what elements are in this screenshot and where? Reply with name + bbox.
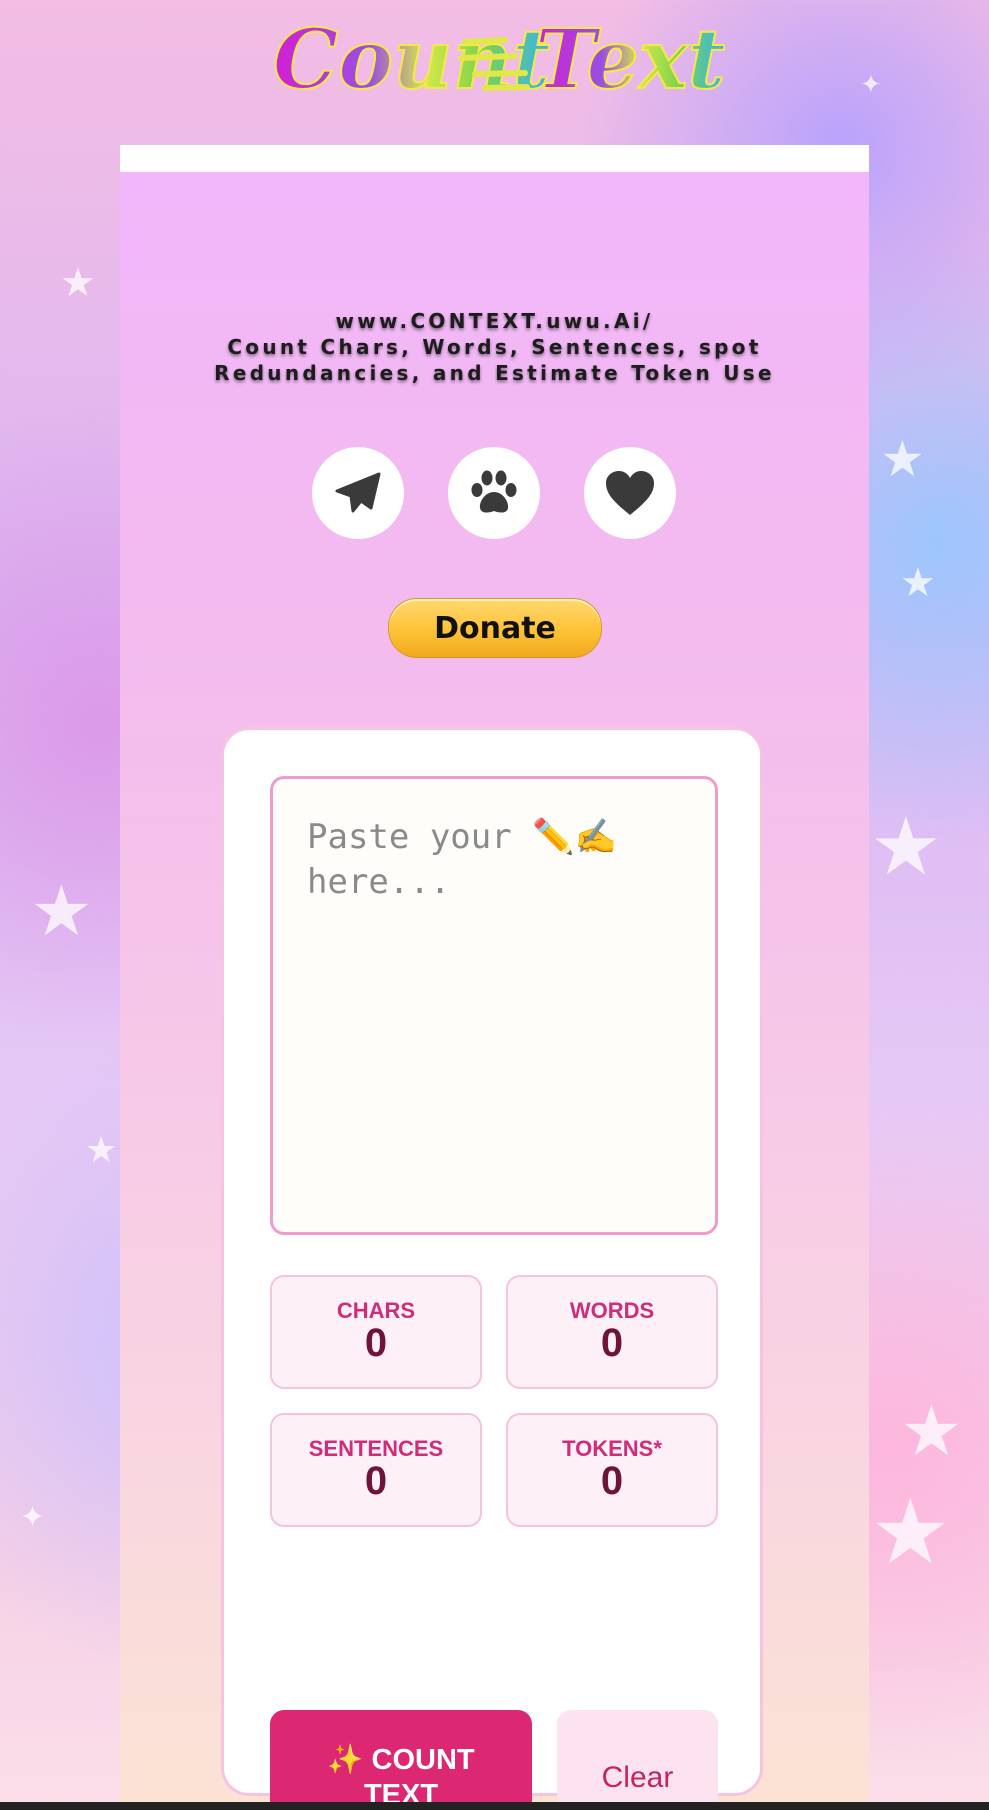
sparkle-decoration: ★ <box>870 800 942 893</box>
heart-button[interactable] <box>584 447 676 539</box>
logo-text-right: Text <box>535 12 725 108</box>
stat-chars: CHARS 0 <box>270 1275 482 1389</box>
stat-chars-label: CHARS <box>336 1298 416 1323</box>
stat-sentences-label: SENTENCES <box>308 1436 444 1461</box>
sparkle-decoration: ★ <box>900 1390 963 1472</box>
stat-tokens-value: 0 <box>600 1459 624 1503</box>
stat-chars-value: 0 <box>364 1321 388 1365</box>
donate-label: Donate <box>434 610 556 646</box>
clear-label: Clear <box>601 1760 674 1794</box>
main-column: www.CONTEXT.uwu.Ai/ Count Chars, Words, … <box>120 145 869 1810</box>
donate-button[interactable]: Donate <box>388 598 602 658</box>
count-text-button[interactable]: ✨ COUNT TEXT <box>270 1710 532 1810</box>
stat-tokens: TOKENS* 0 <box>506 1413 718 1527</box>
sparkle-decoration: ★ <box>60 260 96 306</box>
sparkle-decoration: ✦ <box>20 1500 46 1535</box>
counter-card: CHARS 0 WORDS 0 SENTENCES 0 TOKENS* 0 ✨ … <box>221 727 763 1810</box>
logo-text-left: Count <box>273 12 550 108</box>
tagline-url: www.CONTEXT.uwu.Ai/ <box>335 309 654 333</box>
paper-plane-icon <box>335 472 381 513</box>
system-bottom-bar <box>0 1802 989 1810</box>
stat-sentences: SENTENCES 0 <box>270 1413 482 1527</box>
stat-words-value: 0 <box>600 1321 624 1365</box>
social-links <box>120 447 869 539</box>
column-top-bar <box>120 145 869 172</box>
stat-words: WORDS 0 <box>506 1275 718 1389</box>
clear-button[interactable]: Clear <box>557 1710 718 1810</box>
paw-button[interactable] <box>448 447 540 539</box>
sparkle-decoration: ★ <box>870 1480 951 1585</box>
sparkle-decoration: ★ <box>85 1130 118 1171</box>
tagline-line-3: Redundancies, and Estimate Token Use <box>214 361 775 385</box>
stat-sentences-value: 0 <box>364 1459 388 1503</box>
tagline: www.CONTEXT.uwu.Ai/ Count Chars, Words, … <box>120 308 869 386</box>
telegram-button[interactable] <box>312 447 404 539</box>
count-text-label: ✨ COUNT TEXT <box>327 1743 475 1810</box>
sparkle-decoration: ★ <box>30 870 93 952</box>
heart-icon <box>606 471 654 515</box>
tagline-line-2: Count Chars, Words, Sentences, spot <box>227 335 762 359</box>
stat-words-label: WORDS <box>569 1298 655 1323</box>
logo-graphic: Count Text <box>272 11 725 109</box>
site-logo[interactable]: Count Text <box>0 0 989 110</box>
sparkle-decoration: ★ <box>880 430 925 488</box>
stat-tokens-label: TOKENS* <box>562 1436 662 1461</box>
sparkle-decoration: ★ <box>900 560 936 606</box>
text-input[interactable] <box>270 776 718 1235</box>
paw-icon <box>471 470 517 513</box>
